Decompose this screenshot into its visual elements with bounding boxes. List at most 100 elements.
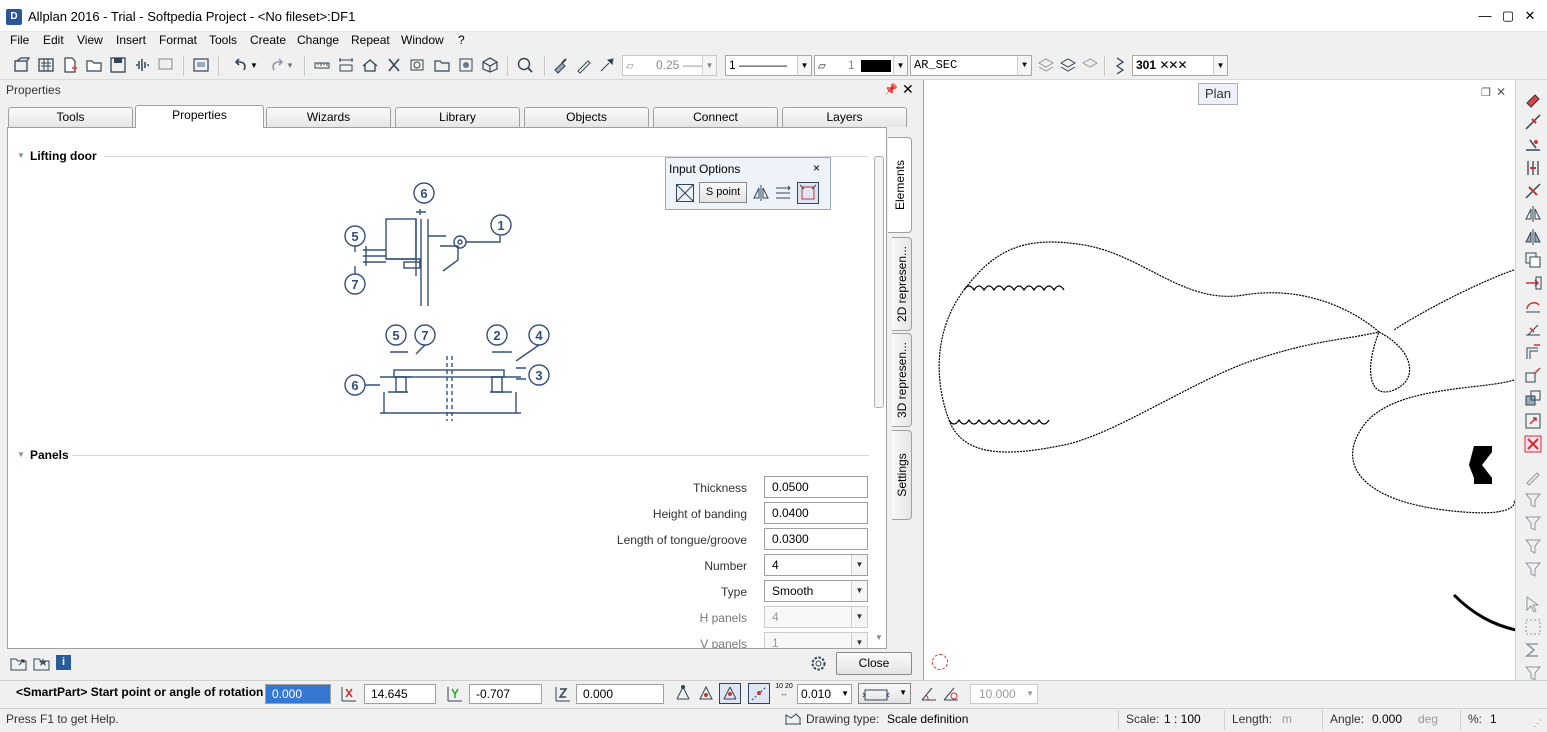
maximize-button[interactable]: ▢ xyxy=(1498,8,1518,24)
filter-add-icon[interactable] xyxy=(1524,514,1542,532)
sound-icon[interactable] xyxy=(132,55,152,75)
cut-icon[interactable] xyxy=(384,55,404,75)
crossed-box-icon[interactable] xyxy=(676,184,694,202)
break-icon[interactable] xyxy=(1524,182,1542,200)
help-search-icon[interactable] xyxy=(515,55,535,75)
filter-icon[interactable] xyxy=(1524,491,1542,509)
pen-thickness-select[interactable]: ▱ 0.25 —— ▼ xyxy=(622,55,717,76)
info-icon[interactable]: i xyxy=(56,655,71,670)
side-tab-3d-representation[interactable]: 3D represen... xyxy=(892,333,912,427)
mirror-icon[interactable] xyxy=(752,184,770,202)
color-select[interactable]: ▱ 1 ▼ xyxy=(814,55,908,76)
menu-repeat[interactable]: Repeat xyxy=(351,33,390,47)
layout-icon[interactable] xyxy=(191,55,211,75)
redo-icon[interactable]: ▼ xyxy=(264,55,298,75)
tab-library[interactable]: Library xyxy=(395,107,520,127)
step-size-select[interactable]: 0.010 ▼ xyxy=(797,684,852,704)
rotate-icon[interactable] xyxy=(1524,297,1542,315)
align-icon[interactable] xyxy=(774,184,792,202)
tab-properties[interactable]: Properties xyxy=(135,105,264,128)
viewport-restore-icon[interactable]: ❐ xyxy=(1481,86,1491,99)
side-tab-2d-representation[interactable]: 2D represen... xyxy=(892,237,912,331)
measure-icon[interactable] xyxy=(312,55,332,75)
resize-grip-icon[interactable]: ⋰ xyxy=(1533,718,1542,729)
select-icon[interactable] xyxy=(1524,595,1542,613)
angle-snap-icon[interactable] xyxy=(920,684,938,702)
pin-icon[interactable]: 📌 xyxy=(884,83,898,96)
y-coordinate-input[interactable]: -0.707 xyxy=(469,684,542,704)
point-mode-icon[interactable] xyxy=(674,684,692,702)
trim-icon[interactable] xyxy=(1524,136,1542,154)
mirror-copy-icon[interactable] xyxy=(1524,228,1542,246)
tab-objects[interactable]: Objects xyxy=(524,107,649,127)
resize-icon[interactable] xyxy=(1524,412,1542,430)
menu-edit[interactable]: Edit xyxy=(43,33,64,47)
track-mode-dropdown[interactable]: ▼ xyxy=(858,683,911,704)
h-panels-select[interactable]: 4 ▼ xyxy=(764,606,868,628)
grid-value-select[interactable]: 10.000 ▼ xyxy=(970,684,1038,704)
mirror-tool-icon[interactable] xyxy=(1524,205,1542,223)
undo-icon[interactable]: ▼ xyxy=(228,55,262,75)
snap-marker-icon[interactable] xyxy=(932,654,948,670)
scrollbar-thumb[interactable] xyxy=(874,156,884,408)
menu-tools[interactable]: Tools xyxy=(209,33,237,47)
modify-point-icon[interactable] xyxy=(1524,468,1542,486)
offset-icon[interactable] xyxy=(1524,343,1542,361)
folder-export-icon[interactable] xyxy=(10,655,28,671)
menu-window[interactable]: Window xyxy=(401,33,444,47)
viewport-close-icon[interactable]: ✕ xyxy=(1496,85,1506,99)
number-select[interactable]: 4 ▼ xyxy=(764,554,868,576)
project-icon[interactable] xyxy=(12,55,32,75)
x-coordinate-input[interactable]: 14.645 xyxy=(364,684,436,704)
hatch-select[interactable]: 301 ✕✕✕ ▼ xyxy=(1132,55,1228,76)
menu-format[interactable]: Format xyxy=(159,33,197,47)
move-icon[interactable] xyxy=(1524,274,1542,292)
save-icon[interactable] xyxy=(108,55,128,75)
scale-value[interactable]: 1 : 100 xyxy=(1164,712,1201,726)
v-panels-select[interactable]: 1 ▼ xyxy=(764,632,868,648)
angle-input[interactable]: 0.000 xyxy=(265,684,331,704)
tab-tools[interactable]: Tools xyxy=(8,107,133,127)
building-icon[interactable] xyxy=(360,55,380,75)
side-tab-settings[interactable]: Settings xyxy=(892,430,912,520)
new-file-icon[interactable] xyxy=(60,55,80,75)
bounding-box-icon[interactable] xyxy=(797,182,819,204)
folder-icon[interactable] xyxy=(432,55,452,75)
sum-icon[interactable] xyxy=(1524,641,1542,659)
select-box-icon[interactable] xyxy=(1524,618,1542,636)
tab-connect[interactable]: Connect xyxy=(653,107,778,127)
settings-gear-icon[interactable] xyxy=(810,655,827,672)
input-options-close[interactable]: × xyxy=(813,161,820,175)
eraser-icon[interactable] xyxy=(1524,90,1542,108)
angle-lock-icon[interactable] xyxy=(942,684,960,702)
tongue-groove-field[interactable]: 0.0300 xyxy=(764,528,868,550)
close-button[interactable]: Close xyxy=(836,652,912,675)
drawing-files-icon[interactable] xyxy=(36,55,56,75)
open-folder-icon[interactable] xyxy=(84,55,104,75)
menu-change[interactable]: Change xyxy=(297,33,339,47)
global-mode-icon[interactable] xyxy=(719,683,741,704)
delta-mode-icon[interactable] xyxy=(697,684,715,702)
drawing-type-value[interactable]: Scale definition xyxy=(887,712,968,726)
close-window-button[interactable]: ✕ xyxy=(1520,8,1540,24)
scroll-down-arrow[interactable]: ▼ xyxy=(875,633,883,642)
layer-select[interactable]: AR_SEC ▼ xyxy=(910,55,1032,76)
drawing-viewport[interactable]: ❐ ✕ xyxy=(923,80,1516,680)
hatch-style-icon[interactable] xyxy=(1110,55,1130,75)
chat-icon[interactable] xyxy=(156,55,176,75)
side-tab-elements[interactable]: Elements xyxy=(888,137,912,233)
cube-icon[interactable] xyxy=(480,55,500,75)
collapse-icon[interactable]: ▼ xyxy=(17,450,25,459)
grid-snap-icon[interactable] xyxy=(748,683,770,704)
favorites-icon[interactable] xyxy=(33,655,51,671)
scale-tool-icon[interactable] xyxy=(1524,320,1542,338)
line-type-select[interactable]: 1 ———— ▼ xyxy=(725,55,812,76)
menu-help[interactable]: ? xyxy=(458,33,465,47)
menu-create[interactable]: Create xyxy=(250,33,286,47)
s-point-button[interactable]: S point xyxy=(699,182,747,203)
type-select[interactable]: Smooth ▼ xyxy=(764,580,868,602)
stretch-icon[interactable] xyxy=(1524,366,1542,384)
delete-segment-icon[interactable] xyxy=(1524,113,1542,131)
panel-close-icon[interactable]: ✕ xyxy=(902,81,914,98)
tab-wizards[interactable]: Wizards xyxy=(266,107,391,127)
